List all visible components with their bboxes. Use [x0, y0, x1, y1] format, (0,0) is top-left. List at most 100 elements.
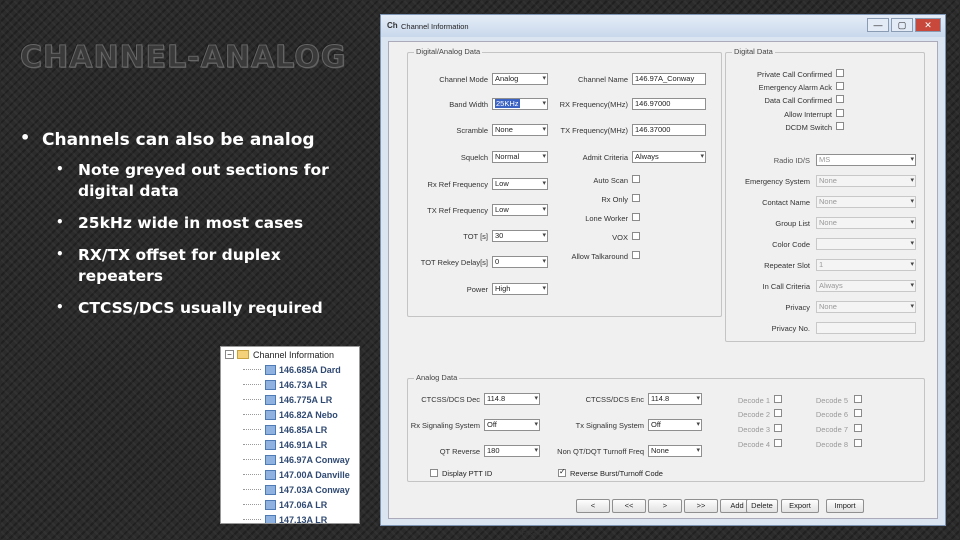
tx-frequency-input[interactable]: 146.37000	[632, 124, 706, 136]
tree-item[interactable]: 146.82A Nebo	[221, 407, 359, 422]
close-button[interactable]: ✕	[915, 18, 941, 32]
delete-button[interactable]: Delete	[746, 499, 778, 513]
channel-icon	[265, 424, 276, 435]
bullet-main: Channels can also be analog	[20, 128, 350, 150]
data-call-checkbox[interactable]	[836, 95, 844, 103]
vox-checkbox[interactable]	[632, 232, 640, 240]
channel-icon	[265, 499, 276, 510]
minimize-button[interactable]: —	[867, 18, 889, 32]
privacy-select[interactable]: None	[816, 301, 916, 313]
reverse-burst-checkbox[interactable]	[558, 467, 566, 477]
emergency-ack-checkbox[interactable]	[836, 82, 844, 90]
rx-signaling-select[interactable]: Off	[484, 419, 540, 431]
next-button[interactable]: >	[648, 499, 682, 513]
squelch-select[interactable]: Normal	[492, 151, 548, 163]
tree-item[interactable]: 147.13A LR	[221, 512, 359, 523]
sub-bullet: CTCSS/DCS usually required	[20, 297, 350, 319]
allow-talkaround-checkbox[interactable]	[632, 251, 640, 259]
slide-title: CHANNEL-ANALOG	[19, 40, 347, 76]
admit-criteria-select[interactable]: Always	[632, 151, 706, 163]
tot-select[interactable]: 30	[492, 230, 548, 242]
in-call-select[interactable]: Always	[816, 280, 916, 292]
first-channel-label: First CH	[521, 528, 550, 537]
channel-icon	[265, 469, 276, 480]
tx-ref-select[interactable]: Low	[492, 204, 548, 216]
window-body: Digital/Analog Data Channel Mode Analog …	[388, 41, 938, 537]
sub-bullet: RX/TX offset for duplex repeaters	[20, 244, 350, 287]
decode-5-checkbox[interactable]	[854, 395, 862, 403]
channel-icon	[265, 394, 276, 405]
folder-icon	[237, 350, 249, 359]
decode-6-checkbox[interactable]	[854, 409, 862, 417]
window-titlebar[interactable]: Ch Channel Information — ▢ ✕	[381, 15, 945, 37]
digital-analog-group: Digital/Analog Data Channel Mode Analog …	[407, 47, 722, 317]
channel-mode-select[interactable]: Analog	[492, 73, 548, 85]
tx-signaling-select[interactable]: Off	[648, 419, 702, 431]
decode-3-checkbox[interactable]	[774, 424, 782, 432]
tot-rekey-select[interactable]: 0	[492, 256, 548, 268]
analog-group: Analog Data CTCSS/DCS Dec 114.8 Rx Signa…	[407, 373, 925, 482]
tree-item[interactable]: 146.73A LR	[221, 377, 359, 392]
digital-group: Digital Data Private Call Confirmed Emer…	[725, 47, 925, 342]
ctcss-dec-select[interactable]: 114.8	[484, 393, 540, 405]
rx-ref-select[interactable]: Low	[492, 178, 548, 190]
tree-item[interactable]: 147.06A LR	[221, 497, 359, 512]
decode-8-checkbox[interactable]	[854, 439, 862, 447]
rx-frequency-input[interactable]: 146.97000	[632, 98, 706, 110]
tree-item[interactable]: 147.00A Danville	[221, 467, 359, 482]
tree-root-label: Channel Information	[253, 349, 335, 360]
decode-2-checkbox[interactable]	[774, 409, 782, 417]
import-button[interactable]: Import	[826, 499, 864, 513]
tree-item[interactable]: 146.775A LR	[221, 392, 359, 407]
bullet-list: Channels can also be analog Note greyed …	[20, 128, 350, 330]
group-list-select[interactable]: None	[816, 217, 916, 229]
sub-bullet: 25kHz wide in most cases	[20, 212, 350, 234]
emergency-system-select[interactable]: None	[816, 175, 916, 187]
scramble-select[interactable]: None	[492, 124, 548, 136]
color-code-select[interactable]	[816, 238, 916, 250]
power-select[interactable]: High	[492, 283, 548, 295]
allow-interrupt-checkbox[interactable]	[836, 109, 844, 117]
channel-name-input[interactable]: 146.97A_Conway	[632, 73, 706, 85]
tree-root[interactable]: − Channel Information	[221, 347, 359, 362]
lone-worker-checkbox[interactable]	[632, 213, 640, 221]
prev-prev-button[interactable]: <<	[612, 499, 646, 513]
display-ptt-checkbox[interactable]	[430, 469, 438, 477]
tree-item[interactable]: 146.85A LR	[221, 422, 359, 437]
tree-item[interactable]: 146.97A Conway	[221, 452, 359, 467]
tree-item[interactable]: 147.03A Conway	[221, 482, 359, 497]
channel-icon	[265, 439, 276, 450]
channel-tree[interactable]: − Channel Information 146.685A Dard 146.…	[220, 346, 360, 524]
band-width-select[interactable]: 25KHz	[492, 98, 548, 110]
repeater-slot-select[interactable]: 1	[816, 259, 916, 271]
decode-4-checkbox[interactable]	[774, 439, 782, 447]
channel-icon	[265, 364, 276, 375]
channel-info-window: Ch Channel Information — ▢ ✕ Digital/Ana…	[380, 14, 946, 537]
qt-reverse-select[interactable]: 180	[484, 445, 540, 457]
tree-item[interactable]: 146.685A Dard	[221, 362, 359, 377]
channel-icon	[265, 484, 276, 495]
non-qt-select[interactable]: None	[648, 445, 702, 457]
maximize-button[interactable]: ▢	[891, 18, 913, 32]
rx-only-checkbox[interactable]	[632, 194, 640, 202]
contact-name-select[interactable]: None	[816, 196, 916, 208]
window-title: Channel Information	[401, 21, 469, 31]
channel-icon	[265, 409, 276, 420]
channel-icon	[265, 454, 276, 465]
radio-id-select[interactable]: MS	[816, 154, 916, 166]
tree-item[interactable]: 146.91A LR	[221, 437, 359, 452]
auto-scan-checkbox[interactable]	[632, 175, 640, 183]
channel-icon	[265, 379, 276, 390]
dcdm-checkbox[interactable]	[836, 122, 844, 130]
privacy-no-input[interactable]	[816, 322, 916, 334]
private-call-checkbox[interactable]	[836, 69, 844, 77]
next-next-button[interactable]: >>	[684, 499, 718, 513]
channel-icon	[265, 514, 276, 523]
prev-button[interactable]: <	[576, 499, 610, 513]
app-icon: Ch	[387, 21, 398, 30]
collapse-icon[interactable]: −	[225, 350, 234, 359]
ctcss-enc-select[interactable]: 114.8	[648, 393, 702, 405]
decode-1-checkbox[interactable]	[774, 395, 782, 403]
decode-7-checkbox[interactable]	[854, 424, 862, 432]
export-button[interactable]: Export	[781, 499, 819, 513]
